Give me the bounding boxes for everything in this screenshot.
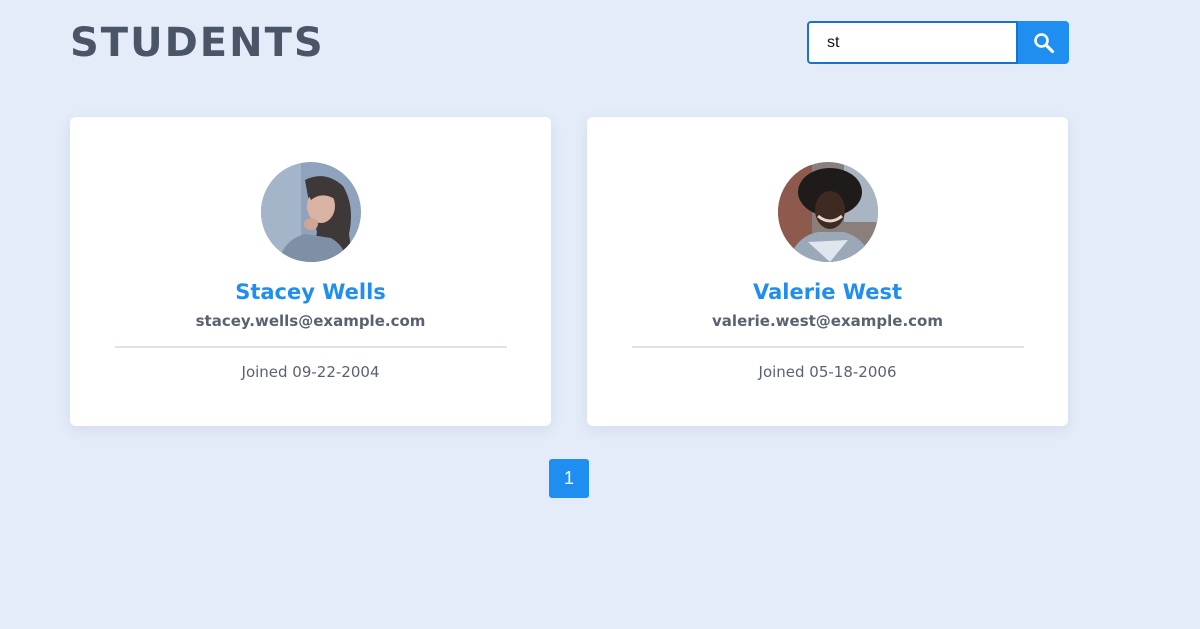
pagination: 1 xyxy=(549,459,589,498)
search-input[interactable] xyxy=(807,21,1018,64)
student-card: Valerie West valerie.west@example.com Jo… xyxy=(587,117,1068,426)
student-card-list: Stacey Wells stacey.wells@example.com Jo… xyxy=(70,117,1068,426)
search-button[interactable] xyxy=(1018,21,1069,64)
joined-date: Joined 09-22-2004 xyxy=(241,363,380,381)
student-email: valerie.west@example.com xyxy=(712,312,943,330)
student-card: Stacey Wells stacey.wells@example.com Jo… xyxy=(70,117,551,426)
avatar xyxy=(260,162,361,262)
student-email: stacey.wells@example.com xyxy=(195,312,426,330)
page-title: STUDENTS xyxy=(70,20,325,66)
joined-date: Joined 05-18-2006 xyxy=(758,363,897,381)
search-icon xyxy=(1033,32,1054,53)
student-name: Stacey Wells xyxy=(235,280,386,304)
divider xyxy=(631,346,1024,348)
page-button-1[interactable]: 1 xyxy=(549,459,589,498)
student-name: Valerie West xyxy=(752,280,903,304)
search-form xyxy=(807,21,1069,64)
divider xyxy=(114,346,507,348)
avatar xyxy=(777,162,878,262)
